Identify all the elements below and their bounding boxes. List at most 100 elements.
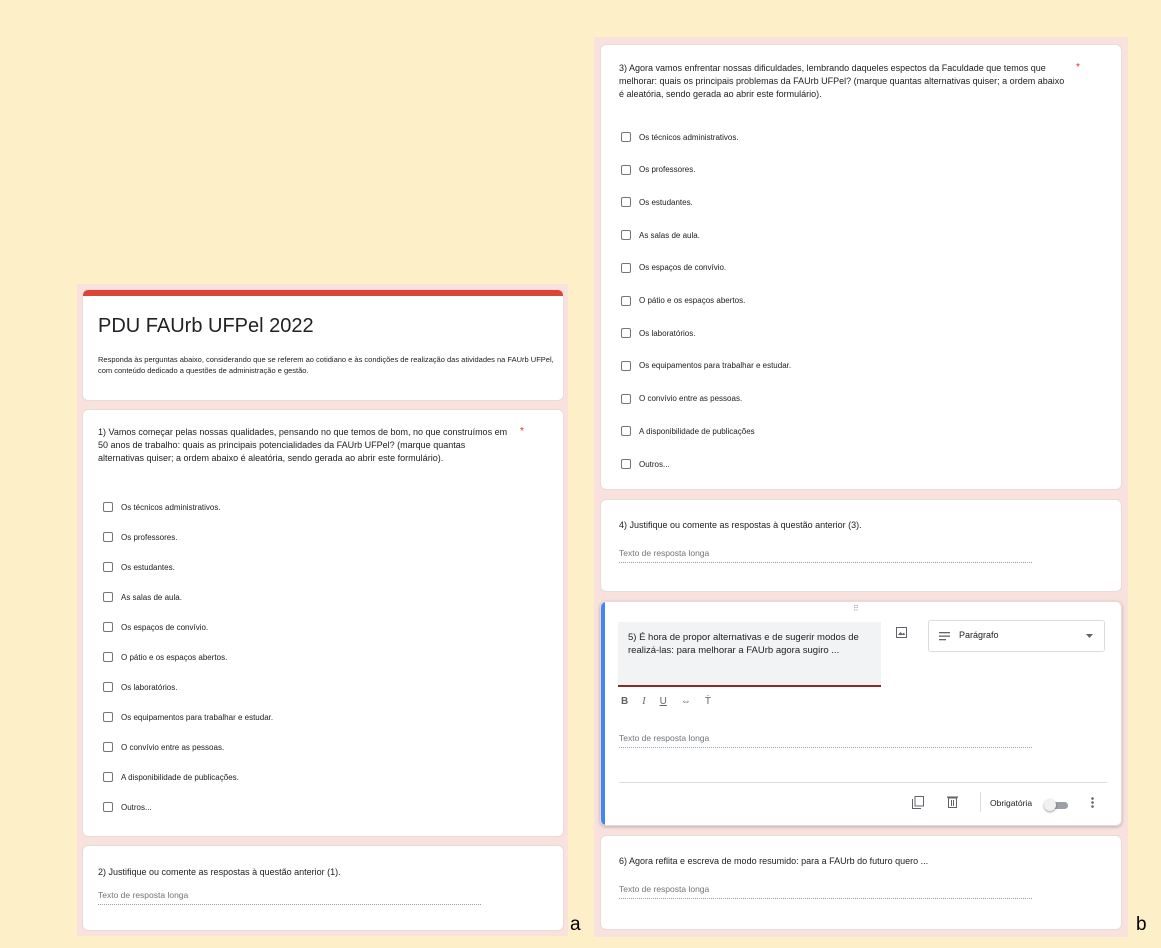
panel-label-a: a [570,914,581,935]
option-label: As salas de aula. [639,230,700,240]
card-footer-divider [619,782,1107,783]
checkbox-option[interactable]: Os estudantes. [103,561,175,573]
question-title-input[interactable]: 5) É hora de propor alternativas e de su… [618,622,881,687]
form-editor-panel-b: 3) Agora vamos enfrentar nossas dificuld… [594,37,1128,937]
option-label: Os laboratórios. [121,682,178,692]
checkbox[interactable] [621,393,631,404]
question-text-4: 4) Justifique ou comente as respostas à … [619,520,862,530]
checkbox[interactable] [103,652,113,662]
active-card-accent [601,602,605,825]
checkbox-option[interactable]: O convívio entre as pessoas. [621,393,742,405]
checkbox[interactable] [103,622,113,632]
checkbox-option[interactable]: Os técnicos administrativos. [621,131,739,143]
long-answer-field[interactable]: Texto de resposta longa [619,884,1032,899]
checkbox[interactable] [621,459,631,469]
required-asterisk: * [1076,62,1080,73]
checkbox-option[interactable]: Outros... [103,801,152,813]
checkbox[interactable] [621,197,631,208]
question-card-1: 1) Vamos começar pelas nossas qualidades… [82,409,564,837]
bold-button[interactable]: B [621,696,628,707]
checkbox[interactable] [621,164,631,175]
checkbox[interactable] [103,742,113,752]
copy-icon[interactable] [911,795,925,809]
checkbox-option[interactable]: Os professores. [103,531,177,543]
required-asterisk: * [520,426,524,437]
question-type-select[interactable]: Parágrafo [928,620,1105,652]
checkbox[interactable] [621,230,631,241]
checkbox[interactable] [103,532,113,542]
checkbox-option[interactable]: Os equipamentos para trabalhar e estudar… [621,360,791,372]
form-title: PDU FAUrb UFPel 2022 [98,315,314,337]
option-label: Outros... [121,802,152,812]
checkbox-option[interactable]: O convívio entre as pessoas. [103,741,224,753]
checkbox-option[interactable]: Os laboratórios. [621,327,695,339]
question-type-label: Parágrafo [959,630,999,640]
trash-icon[interactable] [945,795,959,809]
option-label: Os espaços de convívio. [639,263,727,273]
checkbox-option[interactable]: Os espaços de convívio. [103,621,208,633]
checkbox-option[interactable]: Outros... [621,458,670,470]
checkbox[interactable] [103,562,113,572]
drag-handle-icon[interactable]: ⠿ [853,604,859,613]
checkbox[interactable] [621,328,631,339]
checkbox-option[interactable]: As salas de aula. [621,229,700,241]
checkbox[interactable] [103,802,113,812]
question-card-3: 3) Agora vamos enfrentar nossas dificuld… [600,44,1122,490]
image-icon[interactable] [895,626,907,638]
checkbox-option[interactable]: O pátio e os espaços abertos. [103,651,227,663]
option-label: Os professores. [639,165,696,175]
checkbox-option[interactable]: A disponibilidade de publicações [621,425,755,437]
option-label: Os professores. [121,532,178,542]
option-label: O pátio e os espaços abertos. [639,296,746,305]
option-label: O pátio e os espaços abertos. [121,652,228,662]
checkbox-option[interactable]: Os laboratórios. [103,681,177,693]
checkbox[interactable] [103,772,113,782]
checkbox-option[interactable]: A disponibilidade de publicações. [103,771,239,783]
long-answer-field: Texto de resposta longa [619,733,1032,748]
form-description: Responda às perguntas abaixo, consideran… [98,355,554,375]
option-label: Os espaços de convívio. [121,622,209,632]
italic-button[interactable]: I [642,696,645,707]
long-answer-field[interactable]: Texto de resposta longa [98,890,481,905]
paragraph-icon [939,631,950,641]
underline-button[interactable]: U [660,696,667,707]
form-header-accent [83,290,563,296]
text-format-toolbar: B I U ⇔ Ṫ [621,696,711,707]
question-card-2: 2) Justifique ou comente as respostas à … [82,845,564,931]
option-label: As salas de aula. [121,592,182,602]
form-preview-panel-a: PDU FAUrb UFPel 2022 Responda às pergunt… [77,284,568,936]
option-label: Outros... [639,459,670,469]
checkbox[interactable] [621,426,631,437]
chevron-down-icon [1085,633,1093,639]
checkbox-option[interactable]: As salas de aula. [103,591,182,603]
checkbox[interactable] [621,360,631,371]
more-vert-icon[interactable] [1089,795,1095,809]
checkbox-option[interactable]: Os técnicos administrativos. [103,501,221,513]
long-answer-field[interactable]: Texto de resposta longa [619,548,1032,563]
question-text-1: 1) Vamos começar pelas nossas qualidades… [98,427,508,463]
checkbox[interactable] [103,712,113,722]
option-label: Os estudantes. [639,197,693,207]
option-label: O convívio entre as pessoas. [121,742,225,752]
link-button[interactable]: ⇔ [681,696,691,707]
checkbox-option[interactable]: Os espaços de convívio. [621,262,726,274]
option-label: Os técnicos administrativos. [639,132,739,142]
checkbox-option[interactable]: Os equipamentos para trabalhar e estudar… [103,711,273,723]
option-label: Os técnicos administrativos. [121,502,221,512]
question-card-6: 6) Agora reflita e escreva de modo resum… [600,835,1122,930]
checkbox-option[interactable]: Os professores. [621,164,695,176]
checkbox[interactable] [103,682,113,692]
option-label: A disponibilidade de publicações [639,426,755,436]
clear-format-button[interactable]: Ṫ [705,696,711,707]
checkbox[interactable] [103,592,113,602]
required-toggle-label: Obrigatória [990,798,1033,808]
checkbox[interactable] [621,295,631,306]
checkbox[interactable] [621,132,631,142]
required-toggle-switch[interactable] [1044,799,1068,811]
checkbox-option[interactable]: Os estudantes. [621,196,693,208]
checkbox[interactable] [103,502,113,512]
footer-separator [980,792,981,812]
checkbox[interactable] [621,262,631,273]
checkbox-option[interactable]: O pátio e os espaços abertos. [621,295,745,307]
question-card-5-editing: ⠿ 5) É hora de propor alternativas e de … [600,601,1122,826]
